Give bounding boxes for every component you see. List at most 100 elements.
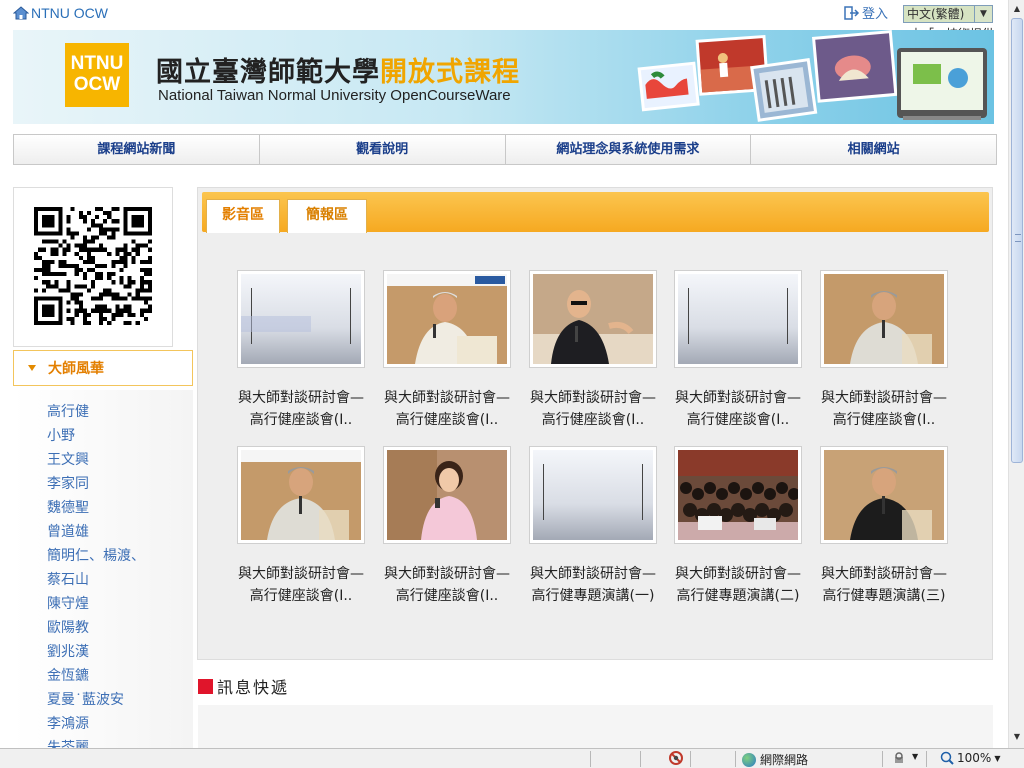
tab-bar: 影音區 簡報區 bbox=[202, 192, 989, 233]
video-caption[interactable]: 與大師對談研討會— 高行健專題演講(一) bbox=[520, 563, 666, 607]
sidebar-item[interactable]: 蔡石山 bbox=[47, 568, 193, 592]
news-heading: 訊息快遞 bbox=[198, 674, 289, 698]
video-thumbnail[interactable] bbox=[674, 446, 802, 544]
dropdown-arrow-icon[interactable]: ▼ bbox=[912, 752, 918, 761]
video-thumbnail[interactable] bbox=[237, 270, 365, 368]
login-link[interactable]: 登入 bbox=[844, 3, 888, 22]
video-thumbnail-image bbox=[387, 450, 507, 540]
video-caption-line2: 高行健座談會(I.. bbox=[541, 412, 645, 428]
status-bar: 網際網路 ▼ 100% ▼ bbox=[0, 748, 1024, 768]
sidebar-item[interactable]: 王文興 bbox=[47, 448, 193, 472]
security-zone[interactable]: 網際網路 bbox=[742, 751, 808, 768]
main-nav: 課程網站新聞 觀看說明 網站理念與系統使用需求 相關網站 bbox=[13, 134, 997, 165]
video-item[interactable]: 與大師對談研討會— 高行健專題演講(一) bbox=[520, 446, 666, 607]
video-thumbnail[interactable] bbox=[820, 446, 948, 544]
chevron-down-icon[interactable]: ▼ bbox=[975, 6, 992, 22]
video-thumbnail-image bbox=[533, 274, 653, 364]
video-caption-line2: 高行健座談會(I.. bbox=[249, 412, 353, 428]
video-thumbnail-image bbox=[824, 450, 944, 540]
nav-site-philosophy[interactable]: 網站理念與系統使用需求 bbox=[506, 135, 752, 164]
video-item[interactable]: 與大師對談研討會— 高行健座談會(I.. bbox=[665, 270, 811, 431]
scroll-up-icon[interactable]: ▲ bbox=[1011, 2, 1023, 16]
sidebar-item[interactable]: 魏德聖 bbox=[47, 496, 193, 520]
video-caption-line1: 與大師對談研討會— bbox=[530, 390, 656, 406]
sidebar-item[interactable]: 金恆鑣 bbox=[47, 664, 193, 688]
video-thumbnail-image bbox=[387, 274, 507, 364]
tab-video[interactable]: 影音區 bbox=[206, 199, 280, 233]
video-item[interactable]: 與大師對談研討會— 高行健座談會(I.. bbox=[520, 270, 666, 431]
video-thumbnail[interactable] bbox=[820, 270, 948, 368]
video-thumbnail-image bbox=[241, 450, 361, 540]
video-caption[interactable]: 與大師對談研討會— 高行健座談會(I.. bbox=[228, 387, 374, 431]
sidebar-item[interactable]: 夏曼˙藍波安 bbox=[47, 688, 193, 712]
video-thumbnail-image bbox=[678, 274, 798, 364]
sidebar-item[interactable]: 李鴻源 bbox=[47, 712, 193, 736]
video-item[interactable]: 與大師對談研討會— 高行健專題演講(二) bbox=[665, 446, 811, 607]
video-caption-line2: 高行健座談會(I.. bbox=[686, 412, 790, 428]
zoom-dropdown-icon[interactable]: ▼ bbox=[994, 754, 1000, 763]
news-marker-icon bbox=[198, 678, 213, 694]
sidebar-item[interactable]: 李家同 bbox=[47, 472, 193, 496]
video-caption-line1: 與大師對談研討會— bbox=[384, 566, 510, 582]
zone-label: 網際網路 bbox=[760, 753, 809, 767]
privacy-blocked-icon[interactable] bbox=[668, 751, 684, 765]
video-caption-line1: 與大師對談研討會— bbox=[384, 390, 510, 406]
video-caption[interactable]: 與大師對談研討會— 高行健專題演講(二) bbox=[665, 563, 811, 607]
language-value: 中文(繁體) bbox=[904, 6, 975, 22]
video-thumbnail-image bbox=[824, 274, 944, 364]
video-item[interactable]: 與大師對談研討會— 高行健專題演講(三) bbox=[811, 446, 957, 607]
video-item[interactable]: 與大師對談研討會— 高行健座談會(I.. bbox=[374, 270, 520, 431]
qr-code-image bbox=[34, 207, 152, 325]
video-caption[interactable]: 與大師對談研討會— 高行健座談會(I.. bbox=[665, 387, 811, 431]
video-caption-line2: 高行健座談會(I.. bbox=[395, 588, 499, 604]
protected-mode-icon[interactable] bbox=[892, 751, 908, 765]
video-caption[interactable]: 與大師對談研討會— 高行健座談會(I.. bbox=[520, 387, 666, 431]
sidebar-section-header[interactable]: 大師風華 bbox=[13, 350, 193, 386]
video-caption-line2: 高行健專題演講(二) bbox=[676, 588, 800, 604]
video-thumbnail-image bbox=[678, 450, 798, 540]
language-select[interactable]: 中文(繁體) ▼ bbox=[903, 5, 993, 23]
sidebar-item[interactable]: 劉兆漢 bbox=[47, 640, 193, 664]
video-thumbnail[interactable] bbox=[383, 270, 511, 368]
media-panel: 影音區 簡報區 與大師對談研討會— 高行健座談會(I.. 與大師對談研討會— 高… bbox=[197, 187, 993, 660]
video-thumbnail[interactable] bbox=[383, 446, 511, 544]
sidebar-item[interactable]: 小野 bbox=[47, 424, 193, 448]
video-caption[interactable]: 與大師對談研討會— 高行健座談會(I.. bbox=[374, 387, 520, 431]
video-caption-line1: 與大師對談研討會— bbox=[821, 390, 947, 406]
video-caption[interactable]: 與大師對談研討會— 高行健座談會(I.. bbox=[811, 387, 957, 431]
ntnu-ocw-logo[interactable]: NTNU OCW bbox=[65, 43, 129, 107]
banner-subtitle: National Taiwan Normal University OpenCo… bbox=[158, 87, 511, 104]
video-caption[interactable]: 與大師對談研討會— 高行健座談會(I.. bbox=[374, 563, 520, 607]
sidebar-item[interactable]: 歐陽教 bbox=[47, 616, 193, 640]
sidebar-item[interactable]: 簡明仁、楊渡、 bbox=[47, 544, 193, 568]
video-caption-line2: 高行健專題演講(三) bbox=[822, 588, 946, 604]
sidebar-item[interactable]: 陳守煌 bbox=[47, 592, 193, 616]
video-thumbnail[interactable] bbox=[237, 446, 365, 544]
video-thumbnail[interactable] bbox=[529, 270, 657, 368]
scroll-down-icon[interactable]: ▼ bbox=[1011, 730, 1023, 744]
video-caption-line1: 與大師對談研討會— bbox=[675, 566, 801, 582]
nav-related-sites[interactable]: 相關網站 bbox=[751, 135, 996, 164]
video-caption-line1: 與大師對談研討會— bbox=[238, 390, 364, 406]
site-name: NTNU OCW bbox=[31, 5, 108, 21]
video-caption[interactable]: 與大師對談研討會— 高行健座談會(I.. bbox=[228, 563, 374, 607]
nav-course-news[interactable]: 課程網站新聞 bbox=[14, 135, 260, 164]
home-link[interactable]: NTNU OCW bbox=[13, 5, 108, 21]
video-thumbnail[interactable] bbox=[529, 446, 657, 544]
sidebar-item[interactable]: 高行健 bbox=[47, 400, 193, 424]
nav-viewing-guide[interactable]: 觀看說明 bbox=[260, 135, 506, 164]
video-item[interactable]: 與大師對談研討會— 高行健座談會(I.. bbox=[811, 270, 957, 431]
video-item[interactable]: 與大師對談研討會— 高行健座談會(I.. bbox=[228, 446, 374, 607]
qr-code bbox=[13, 187, 173, 347]
video-item[interactable]: 與大師對談研討會— 高行健座談會(I.. bbox=[228, 270, 374, 431]
video-thumbnail[interactable] bbox=[674, 270, 802, 368]
tab-slides[interactable]: 簡報區 bbox=[287, 199, 367, 233]
site-banner: NTNU OCW 國立臺灣師範大學開放式課程 National Taiwan N… bbox=[13, 30, 994, 124]
video-caption[interactable]: 與大師對談研討會— 高行健專題演講(三) bbox=[811, 563, 957, 607]
sidebar-item[interactable]: 曾道雄 bbox=[47, 520, 193, 544]
video-thumbnail-image bbox=[533, 450, 653, 540]
zoom-control[interactable]: 100% ▼ bbox=[940, 751, 1000, 765]
video-item[interactable]: 與大師對談研討會— 高行健座談會(I.. bbox=[374, 446, 520, 607]
vertical-scrollbar[interactable]: ▲ ▼ bbox=[1008, 0, 1024, 748]
scrollbar-thumb[interactable] bbox=[1011, 18, 1023, 463]
